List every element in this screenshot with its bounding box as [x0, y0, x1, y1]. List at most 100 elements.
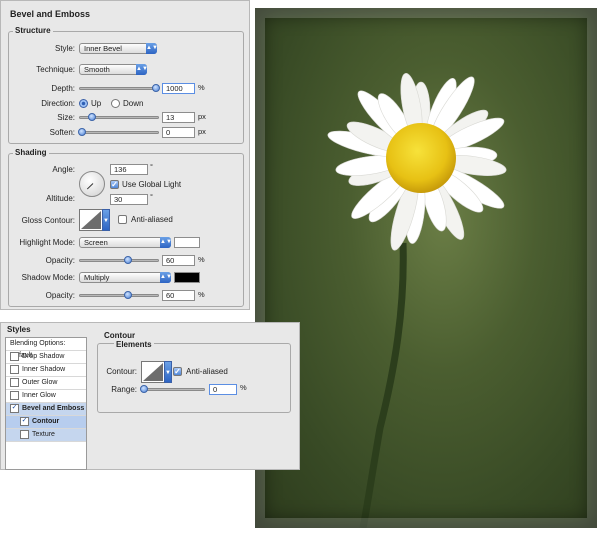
- style-item-blending-options-default[interactable]: Blending Options: Default: [6, 338, 86, 359]
- gloss-anti-aliased-checkbox[interactable]: [118, 215, 127, 224]
- chevron-updown-icon: ▲▼: [160, 237, 172, 248]
- technique-label: Technique:: [36, 65, 75, 74]
- contour-linear-icon: [81, 211, 101, 229]
- shadow-opacity-label: Opacity:: [45, 291, 75, 300]
- styles-list: Blending Options: Default Drop Shadow Inne…: [5, 337, 87, 470]
- daisy-center: [386, 123, 456, 193]
- shadow-mode-select[interactable]: Multiply ▲▼: [79, 272, 172, 283]
- contour-preview[interactable]: [141, 361, 165, 383]
- altitude-unit: °: [150, 192, 153, 201]
- elements-title: Elements: [114, 340, 154, 349]
- shadow-color-swatch[interactable]: [174, 272, 200, 283]
- altitude-label: Altitude:: [46, 194, 75, 203]
- depth-unit: %: [198, 83, 205, 92]
- direction-down-radio[interactable]: [111, 99, 120, 108]
- altitude-input[interactable]: 30: [110, 194, 148, 205]
- gloss-anti-aliased-label: Anti-aliased: [131, 215, 173, 224]
- daisy-photo: [255, 8, 597, 528]
- style-item-inner-glow[interactable]: Inner Glow: [6, 390, 86, 403]
- chevron-updown-icon: ▲▼: [136, 64, 148, 75]
- style-value: Inner Bevel: [84, 44, 122, 53]
- range-slider[interactable]: [140, 385, 205, 393]
- style-item-checkbox[interactable]: [10, 377, 19, 387]
- slider-thumb[interactable]: [152, 84, 160, 92]
- style-item-inner-shadow[interactable]: Inner Shadow: [6, 364, 86, 377]
- highlight-color-swatch[interactable]: [174, 237, 200, 248]
- slider-thumb[interactable]: [140, 385, 148, 393]
- contour-linear-icon: [143, 363, 163, 381]
- highlight-opacity-label: Opacity:: [45, 256, 75, 265]
- global-light-checkbox[interactable]: ✓: [110, 180, 119, 189]
- size-input[interactable]: 13: [162, 112, 195, 123]
- highlight-mode-value: Screen: [84, 238, 108, 247]
- global-light-label: Use Global Light: [122, 180, 182, 189]
- style-item-checkbox[interactable]: ✓: [10, 403, 19, 413]
- style-label: Style:: [54, 44, 75, 53]
- contour-title: Contour: [102, 331, 138, 340]
- style-item-label: Texture: [32, 431, 55, 438]
- angle-label: Angle:: [52, 165, 75, 174]
- style-item-label: Inner Glow: [22, 392, 56, 399]
- size-slider[interactable]: [79, 113, 159, 121]
- shadow-opacity-input[interactable]: 60: [162, 290, 195, 301]
- highlight-mode-select[interactable]: Screen ▲▼: [79, 237, 172, 248]
- range-input[interactable]: 0: [209, 384, 237, 395]
- range-label: Range:: [111, 385, 137, 394]
- contour-group: Contour Elements: [97, 331, 291, 413]
- panel-title: Bevel and Emboss: [10, 9, 91, 19]
- gloss-contour-label: Gloss Contour:: [21, 216, 75, 225]
- shading-group: Shading: [8, 148, 244, 307]
- highlight-opacity-slider[interactable]: [79, 256, 159, 264]
- style-item-checkbox[interactable]: [10, 390, 19, 400]
- gloss-contour-preview[interactable]: [79, 209, 103, 231]
- angle-input[interactable]: 136: [110, 164, 148, 175]
- contour-anti-aliased-label: Anti-aliased: [186, 367, 228, 376]
- angle-needle: [86, 183, 94, 190]
- style-item-label: Inner Shadow: [22, 366, 66, 373]
- highlight-opacity-input[interactable]: 60: [162, 255, 195, 266]
- style-item-outer-glow[interactable]: Outer Glow: [6, 377, 86, 390]
- soften-input[interactable]: 0: [162, 127, 195, 138]
- style-item-checkbox[interactable]: [20, 429, 29, 439]
- contour-anti-aliased-checkbox[interactable]: ✓: [173, 367, 182, 376]
- structure-title: Structure: [13, 26, 53, 35]
- soften-slider[interactable]: [78, 128, 159, 136]
- angle-unit: °: [150, 162, 153, 171]
- depth-label: Depth:: [51, 84, 75, 93]
- style-item-label: Contour: [32, 418, 60, 425]
- depth-input[interactable]: 1000: [162, 83, 195, 94]
- shadow-opacity-slider[interactable]: [79, 291, 159, 299]
- chevron-updown-icon: ▲▼: [160, 272, 172, 283]
- direction-up-radio[interactable]: [79, 99, 88, 108]
- depth-slider[interactable]: [79, 84, 160, 92]
- slider-thumb[interactable]: [78, 128, 86, 136]
- highlight-opacity-unit: %: [198, 255, 205, 264]
- style-item-checkbox[interactable]: [10, 364, 19, 374]
- slider-thumb[interactable]: [124, 256, 132, 264]
- direction-down-label: Down: [123, 99, 144, 108]
- slider-thumb[interactable]: [88, 113, 96, 121]
- direction-up-label: Up: [91, 99, 102, 108]
- angle-dial-icon[interactable]: [79, 171, 105, 197]
- style-item-label: Outer Glow: [22, 379, 58, 386]
- soften-label: Soften:: [49, 128, 75, 137]
- shadow-mode-value: Multiply: [84, 273, 110, 282]
- shadow-mode-label: Shadow Mode:: [21, 273, 75, 282]
- style-item-label: Bevel and Emboss: [22, 405, 85, 412]
- style-item-contour[interactable]: ✓ Contour: [6, 416, 86, 429]
- slider-thumb[interactable]: [124, 291, 132, 299]
- direction-label: Direction:: [41, 99, 75, 108]
- style-item-drop-shadow[interactable]: Drop Shadow: [6, 351, 86, 364]
- style-select[interactable]: Inner Bevel ▲▼: [79, 43, 158, 54]
- style-item-texture[interactable]: Texture: [6, 429, 86, 442]
- contour-label: Contour:: [106, 367, 137, 376]
- gloss-contour-dropdown[interactable]: ▼: [102, 209, 110, 231]
- chevron-updown-icon: ▲▼: [146, 43, 158, 54]
- bevel-emboss-panel: Bevel and Emboss Structure Style: Inner …: [0, 0, 250, 310]
- style-item-bevel-and-emboss[interactable]: ✓ Bevel and Emboss: [6, 403, 86, 416]
- style-item-checkbox[interactable]: ✓: [20, 416, 29, 426]
- daisy-illustration: [327, 73, 507, 528]
- contour-dropdown[interactable]: ▼: [164, 361, 172, 383]
- style-item-checkbox[interactable]: [10, 351, 19, 361]
- technique-select[interactable]: Smooth ▲▼: [79, 64, 148, 75]
